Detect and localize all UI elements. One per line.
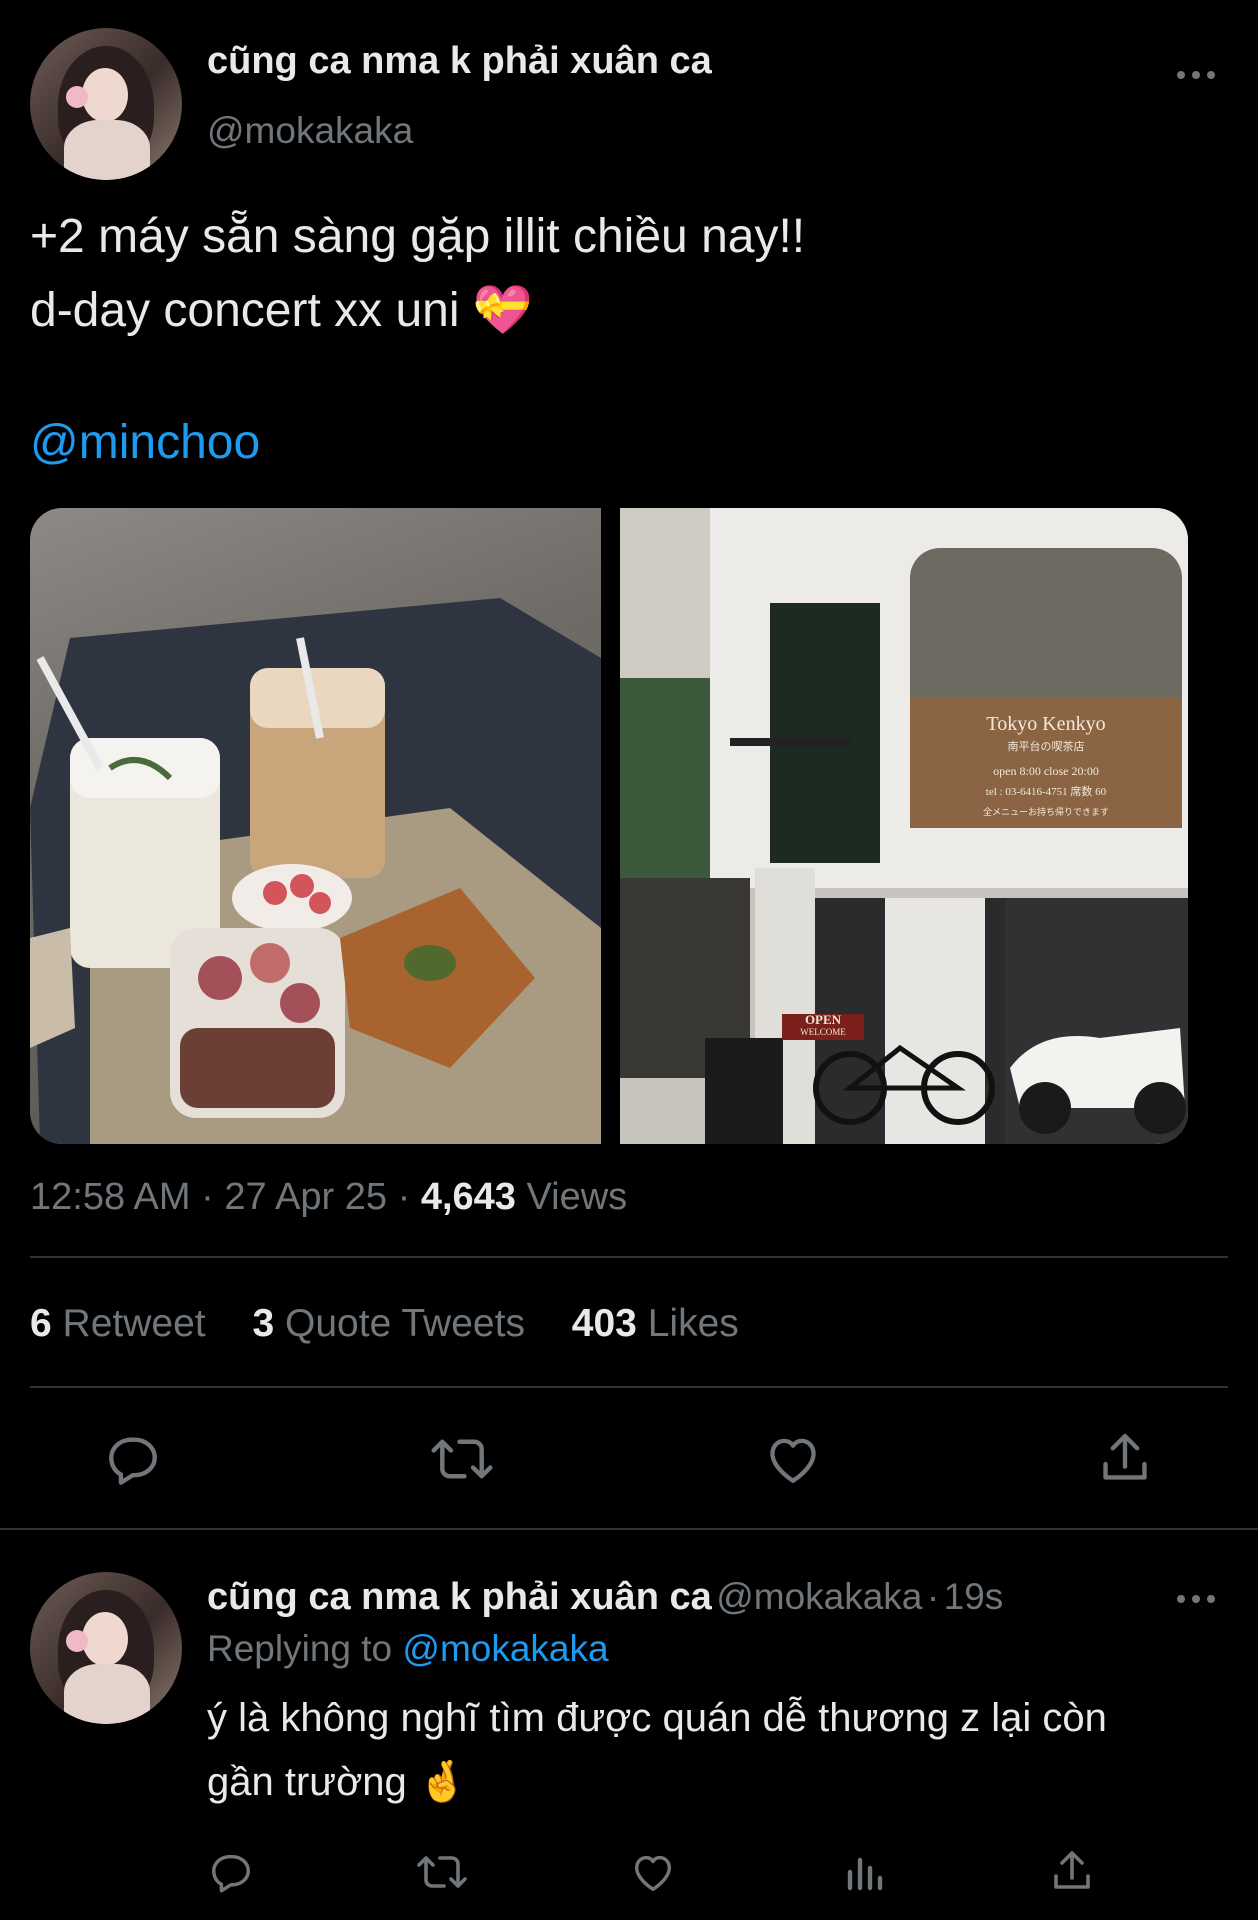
reply-text: ý là không nghĩ tìm được quán dễ thương … [207,1686,1207,1814]
quote-label: Quote Tweets [285,1302,525,1345]
reply-like-icon[interactable] [630,1850,676,1894]
retweet-label: Retweet [62,1302,206,1345]
media-photo-2[interactable]: Tokyo Kenkyo 南平台の喫茶店 open 8:00 close 20:… [620,508,1188,1144]
retweet-icon[interactable] [430,1434,494,1484]
tweet-text-line1: +2 máy sẵn sàng gặp illit chiều nay!! [30,210,806,263]
reply-time[interactable]: 19s [944,1576,1004,1617]
author-handle[interactable]: @mokakaka [207,110,413,152]
meta-separator: · [201,1176,214,1218]
reply-reply-icon[interactable] [208,1850,254,1894]
replying-to-label: Replying to [207,1628,393,1669]
author-avatar[interactable] [30,28,182,180]
open-sign: OPEN WELCOME [782,1012,864,1038]
divider [30,1256,1228,1258]
sign-tel: tel : 03-6416-4751 席数 60 [985,786,1107,798]
mention-link[interactable]: @minchoo [30,406,260,480]
tweet-date[interactable]: 27 Apr 25 [224,1176,387,1218]
cafe-window-sign: Tokyo Kenkyo 南平台の喫茶店 open 8:00 close 20:… [920,713,1172,818]
like-label: Likes [647,1302,739,1345]
author-name[interactable]: cũng ca nma k phải xuân ca [207,40,712,83]
open-sign-text: OPEN [804,1012,842,1027]
sign-note: 全メニューお持ち帰りできます [982,807,1109,817]
like-icon[interactable] [764,1432,822,1486]
quotes-stat[interactable]: 3 Quote Tweets [252,1302,524,1345]
tweet-text-line2: d-day concert xx uni [30,284,460,337]
reply-author-handle[interactable]: @mokakaka [716,1576,922,1617]
reply-text-line1: ý là không nghĩ tìm được quán dễ thương … [207,1696,1107,1740]
reply-icon[interactable] [104,1432,162,1486]
heart-gift-emoji: 💝 [472,284,533,337]
replying-to: Replying to @mokakaka [207,1628,609,1670]
retweets-stat[interactable]: 6 Retweet [30,1302,206,1345]
retweet-count: 6 [30,1302,52,1345]
engagement-stats: 6 Retweet 3 Quote Tweets 403 Likes [30,1302,739,1346]
more-horizontal-icon[interactable] [1176,68,1216,82]
views-label: Views [526,1176,628,1218]
sign-subtitle: 南平台の喫茶店 [1007,741,1085,753]
drinks-photo-illustration [30,598,601,1144]
tweet-text: +2 máy sẵn sàng gặp illit chiều nay!! d-… [30,200,1220,348]
reply-author-name[interactable]: cũng ca nma k phải xuân ca [207,1576,712,1618]
meta-separator: · [397,1176,411,1218]
analytics-icon[interactable] [844,1852,884,1892]
storefront-photo-illustration [620,508,1188,1144]
likes-stat[interactable]: 403 Likes [572,1302,739,1345]
sign-hours: open 8:00 close 20:00 [993,764,1099,778]
like-count: 403 [571,1302,637,1345]
divider [0,1528,1258,1530]
tweet-time[interactable]: 12:58 AM [30,1176,191,1218]
tweet-meta: 12:58 AM · 27 Apr 25 · 4,643 Views [30,1176,627,1219]
sign-title: Tokyo Kenkyo [986,713,1106,735]
reply-text-line2: gần trường [207,1760,407,1804]
reply-separator: · [926,1576,940,1617]
media-grid[interactable]: Tokyo Kenkyo 南平台の喫茶店 open 8:00 close 20:… [30,508,1188,1144]
replying-to-handle[interactable]: @mokakaka [402,1628,608,1669]
views-count: 4,643 [420,1176,516,1218]
crossed-fingers-emoji: 🤞 [417,1760,468,1804]
reply-header: cũng ca nma k phải xuân ca @mokakaka · 1… [207,1576,1003,1619]
quote-count: 3 [252,1302,275,1345]
share-icon[interactable] [1098,1430,1152,1486]
reply-share-icon[interactable] [1050,1848,1094,1894]
divider [30,1386,1228,1388]
reply-retweet-icon[interactable] [416,1852,468,1892]
reply-more-horizontal-icon[interactable] [1176,1592,1216,1606]
welcome-sign-text: WELCOME [800,1027,846,1037]
reply-author-avatar[interactable] [30,1572,182,1724]
media-photo-1[interactable] [30,508,601,1144]
